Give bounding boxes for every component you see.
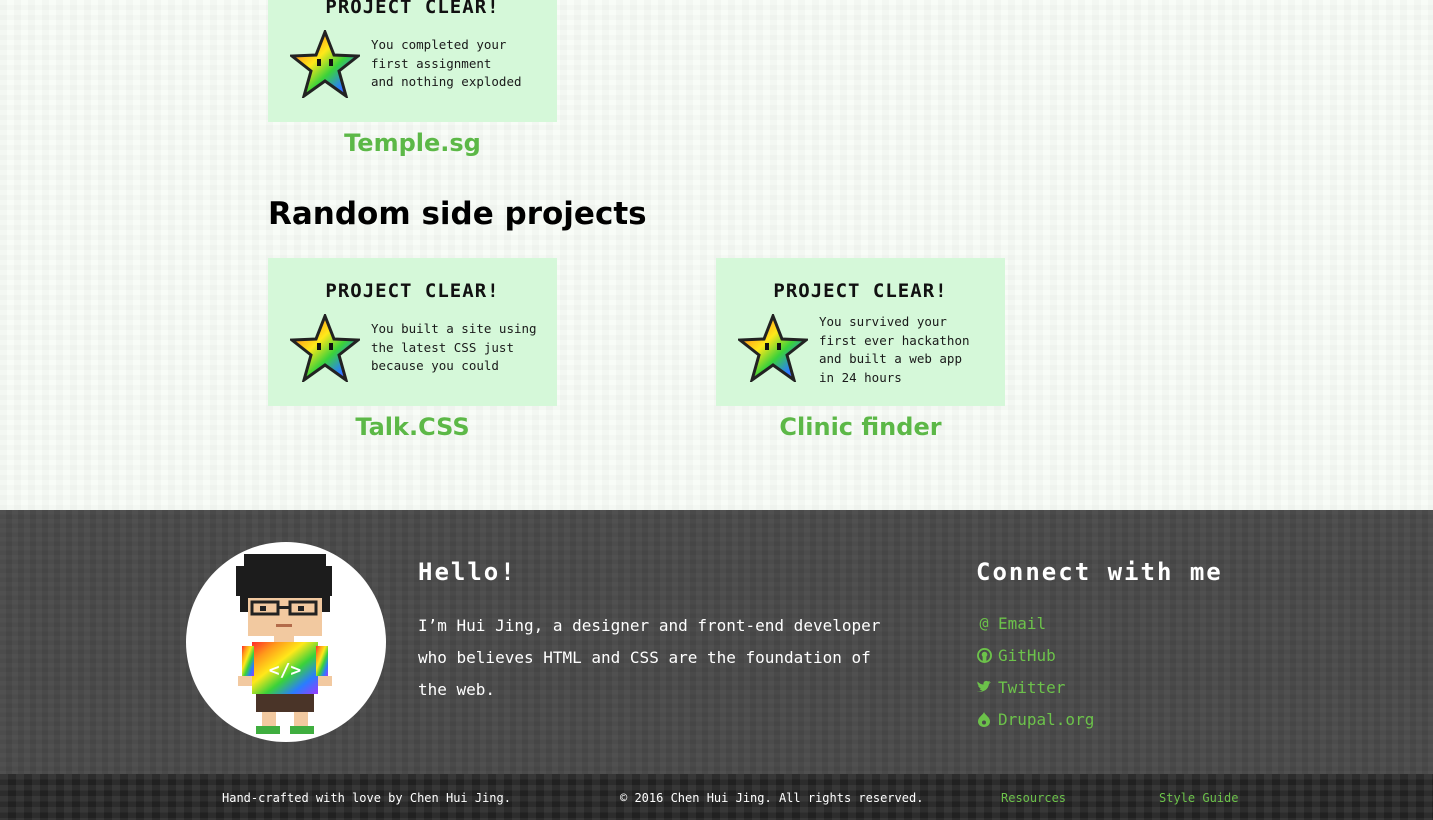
card-headline: PROJECT CLEAR! — [325, 0, 500, 18]
link-label: Email — [998, 613, 1047, 633]
project-card-clinic-finder[interactable]: PROJECT CLEAR! You survived your first e… — [716, 258, 1005, 406]
bio-text: I’m Hui Jing, a designer and front-end d… — [418, 616, 881, 699]
twitter-icon — [976, 679, 992, 695]
card-description: You completed your first assignment and … — [371, 37, 522, 89]
rainbow-star-icon — [738, 314, 808, 382]
project-card-temple[interactable]: PROJECT CLEAR! You completed your first … — [268, 0, 557, 122]
site-footer: </> Hello! I’m Hui Jing, a designer and … — [0, 510, 1433, 774]
github-link[interactable]: GitHub — [976, 639, 1094, 671]
connect-heading: Connect with me — [976, 558, 1223, 586]
main-content: PROJECT CLEAR! You completed your first … — [0, 0, 1433, 510]
hello-heading: Hello! — [418, 558, 517, 586]
section-heading: Random side projects — [268, 196, 647, 232]
project-card-talkcss[interactable]: PROJECT CLEAR! You built a site using th… — [268, 258, 557, 406]
project-title-clinic-finder[interactable]: Clinic finder — [716, 413, 1005, 441]
project-title-temple[interactable]: Temple.sg — [268, 129, 557, 157]
pixel-avatar-icon: </> — [236, 554, 332, 734]
bottom-bar: Hand-crafted with love by Chen Hui Jing.… — [0, 774, 1433, 820]
rainbow-star-icon — [290, 30, 360, 98]
link-label: Twitter — [998, 677, 1066, 697]
link-label: GitHub — [998, 645, 1056, 665]
style-guide-link[interactable]: Style Guide — [1159, 791, 1238, 805]
copyright-text: © 2016 Chen Hui Jing. All rights reserve… — [620, 791, 924, 805]
project-title-talkcss[interactable]: Talk.CSS — [268, 413, 557, 441]
svg-text:</>: </> — [269, 660, 302, 681]
card-description: You built a site using the latest CSS ju… — [371, 321, 537, 373]
drupal-link[interactable]: Drupal.org — [976, 703, 1094, 735]
email-link[interactable]: @ Email — [976, 607, 1094, 639]
avatar: </> — [186, 542, 386, 742]
card-headline: PROJECT CLEAR! — [325, 280, 500, 302]
github-icon — [976, 647, 992, 663]
resources-link[interactable]: Resources — [1001, 791, 1066, 805]
card-headline: PROJECT CLEAR! — [773, 280, 948, 302]
card-description: You survived your first ever hackathon a… — [819, 314, 970, 385]
rainbow-star-icon — [290, 314, 360, 382]
drupal-icon — [976, 711, 992, 727]
twitter-link[interactable]: Twitter — [976, 671, 1094, 703]
at-icon: @ — [979, 614, 989, 632]
social-links: @ Email GitHub Twitter Drupal.org — [976, 607, 1094, 735]
credit-text: Hand-crafted with love by Chen Hui Jing. — [222, 791, 511, 805]
link-label: Drupal.org — [998, 709, 1095, 729]
